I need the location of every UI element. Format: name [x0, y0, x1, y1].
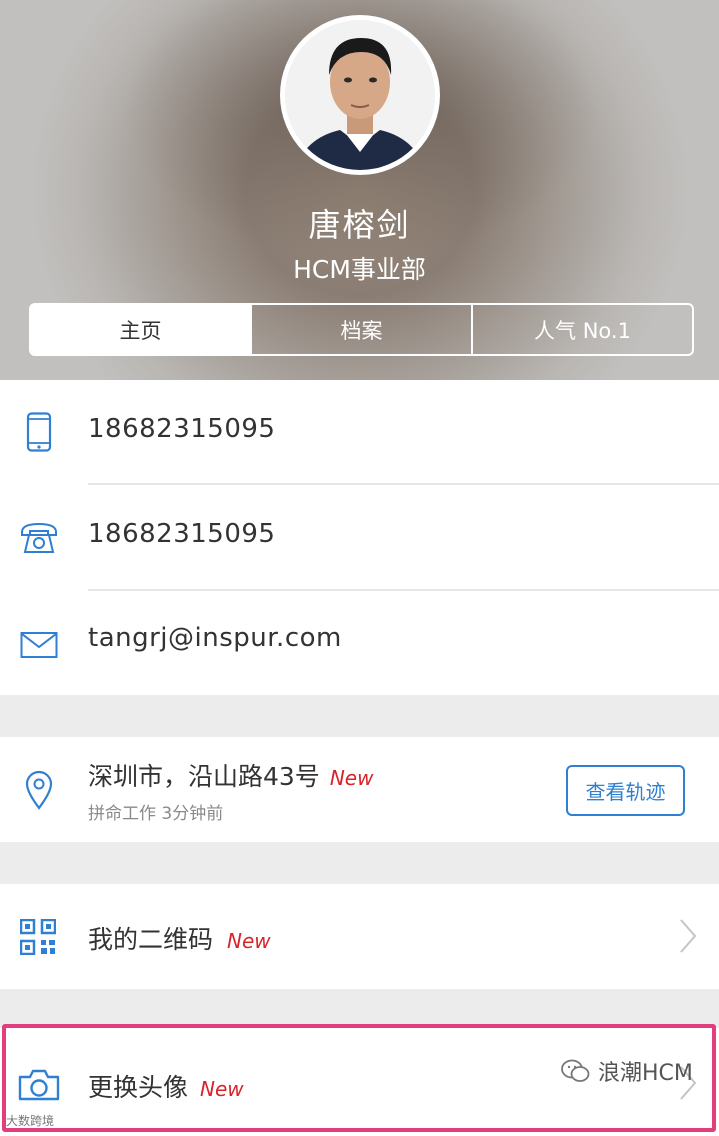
watermark-small-text: 大数跨境: [6, 1114, 55, 1128]
wechat-icon: [561, 1059, 590, 1082]
profile-name: 唐榕剑: [308, 206, 411, 244]
chevron-right-icon: [680, 919, 697, 953]
location-subtitle: 拼命工作 3分钟前: [88, 804, 224, 824]
profile-tabs: 主页 档案 人气 No.1: [29, 303, 694, 356]
contact-card: 18682315095 18682315095 tangrj@inspur.co…: [0, 380, 719, 695]
mobile-row[interactable]: 18682315095: [0, 380, 719, 485]
profile-department: HCM事业部: [293, 255, 426, 284]
mobile-number: 18682315095: [88, 414, 276, 444]
qr-code-icon: [19, 918, 57, 956]
watermark-text: 浪潮HCM: [598, 1061, 693, 1086]
view-track-button[interactable]: 查看轨迹: [566, 765, 685, 816]
avatar[interactable]: [280, 15, 440, 175]
telephone-icon: [18, 517, 60, 559]
telephone-row[interactable]: 18682315095: [0, 485, 719, 590]
location-line: 深圳市，沿山路43号 New: [88, 757, 373, 793]
qrcode-label: 我的二维码: [88, 925, 214, 954]
location-pin-icon: [18, 769, 60, 811]
tab-archive[interactable]: 档案: [250, 305, 471, 354]
wechat-watermark: 浪潮HCM: [560, 1055, 693, 1087]
mail-icon: [18, 624, 60, 666]
telephone-number: 18682315095: [88, 519, 276, 549]
mobile-phone-icon: [18, 411, 60, 453]
new-badge: New: [227, 929, 271, 953]
tab-home[interactable]: 主页: [31, 305, 250, 354]
email-address: tangrj@inspur.com: [88, 623, 342, 653]
tab-popularity[interactable]: 人气 No.1: [471, 305, 692, 354]
avatar-photo: [285, 20, 435, 170]
new-badge: New: [329, 766, 374, 790]
location-address: 深圳市，沿山路43号: [88, 762, 320, 791]
email-row[interactable]: tangrj@inspur.com: [0, 591, 719, 696]
qrcode-line: 我的二维码 New: [88, 920, 271, 956]
qrcode-row[interactable]: 我的二维码 New: [0, 884, 719, 989]
profile-header: 唐榕剑 HCM事业部 主页 档案 人气 No.1: [0, 0, 719, 380]
location-card: 深圳市，沿山路43号 New 拼命工作 3分钟前 查看轨迹: [0, 737, 719, 842]
